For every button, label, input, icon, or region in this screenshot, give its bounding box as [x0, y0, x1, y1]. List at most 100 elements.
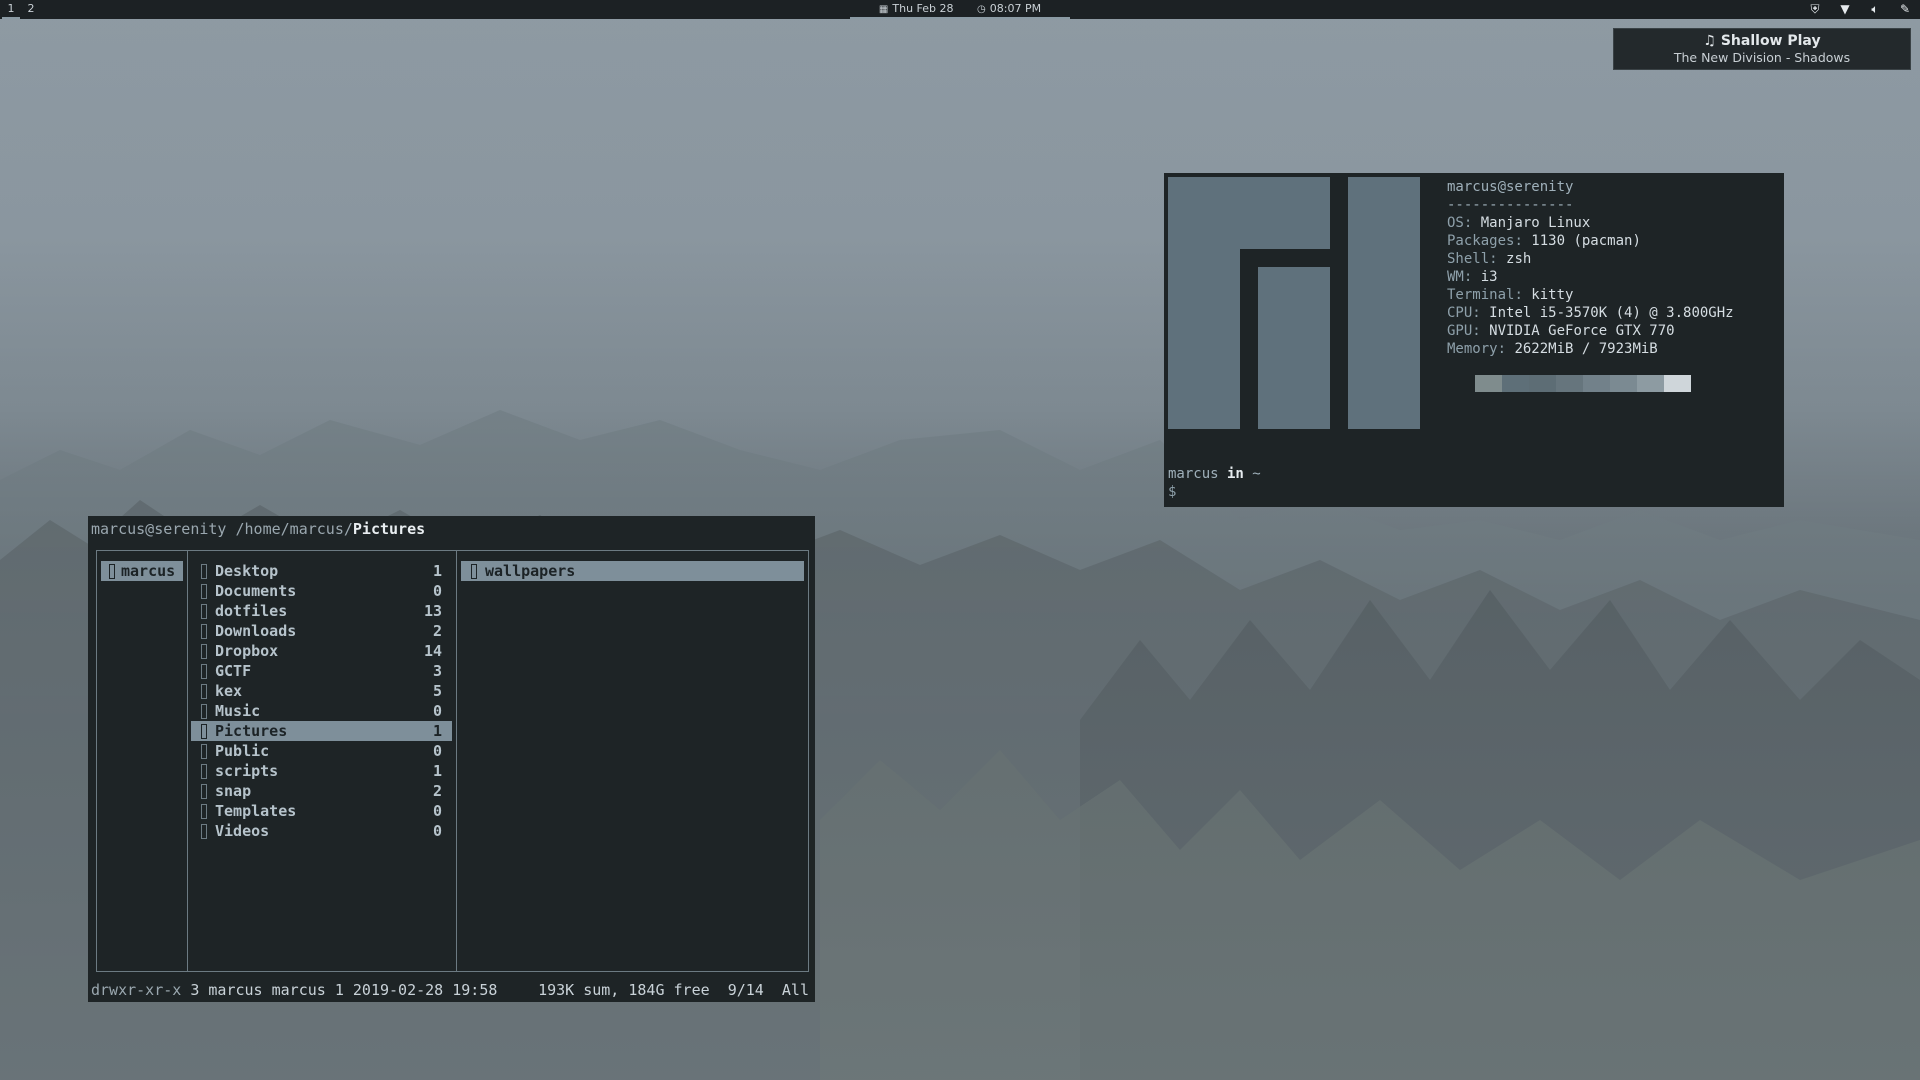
directory-item-name: Public [215, 742, 270, 760]
folder-icon [201, 604, 207, 619]
directory-item-count: 1 [432, 722, 442, 740]
path-prefix: marcus@serenity /home/marcus/ [91, 520, 353, 538]
ranger-status-line: drwxr-xr-x 3 marcus marcus 1 2019-02-28 … [91, 980, 811, 1000]
color-palette [1475, 375, 1691, 392]
directory-item-count: 5 [432, 682, 442, 700]
neofetch-info: marcus@serenity --------------- OS: Manj… [1447, 179, 1734, 357]
date-module[interactable]: ▦ Thu Feb 28 [879, 0, 954, 18]
directory-item-name: Templates [215, 802, 297, 820]
top-bar: 1 2 ▦ Thu Feb 28 ◷ 08:07 PM ⛨ ▼ 🔈︎ ✎ [0, 0, 1920, 19]
preview-column: wallpapers [457, 551, 808, 971]
palette-swatch [1556, 375, 1583, 392]
folder-icon [201, 564, 207, 579]
folder-icon [201, 624, 207, 639]
palette-swatch [1529, 375, 1556, 392]
directory-item[interactable]: Pictures 1 [191, 721, 452, 741]
info-value-packages: 1130 (pacman) [1531, 233, 1641, 249]
notification-subtitle: The New Division - Shadows [1673, 50, 1851, 65]
datetime-module: ▦ Thu Feb 28 ◷ 08:07 PM [850, 0, 1070, 19]
ranger-columns: marcus Desktop 1 Documents 0 dotfiles 13 Downl… [96, 550, 809, 972]
directory-item-name: Dropbox [215, 642, 279, 660]
directory-item-count: 1 [432, 762, 442, 780]
directory-item-count: 14 [423, 642, 442, 660]
directory-item[interactable]: GCTF 3 [191, 661, 452, 681]
folder-icon [109, 564, 115, 579]
neofetch-user: marcus@serenity [1447, 179, 1574, 195]
directory-item-count: 0 [432, 822, 442, 840]
directory-item-count: 3 [432, 662, 442, 680]
pen-icon[interactable]: ✎ [1890, 0, 1920, 19]
wifi-icon[interactable]: ▼ [1830, 0, 1860, 19]
palette-swatch [1475, 375, 1502, 392]
kitty-terminal-window[interactable]: marcus@serenity --------------- OS: Manj… [1164, 173, 1784, 507]
directory-item-name: Pictures [215, 722, 288, 740]
directory-item[interactable]: Templates 0 [191, 801, 452, 821]
directory-item[interactable]: kex 5 [191, 681, 452, 701]
directory-item-count: 2 [432, 622, 442, 640]
info-value-wm: i3 [1480, 269, 1498, 285]
time-text: 08:07 PM [989, 2, 1042, 15]
ranger-file-manager-window[interactable]: marcus@serenity /home/marcus/Pictures ma… [88, 516, 815, 1002]
status-meta: 3 marcus marcus 1 2019-02-28 19:58 [181, 981, 498, 999]
directory-item-name: Music [215, 702, 261, 720]
folder-icon [201, 644, 207, 659]
workspace-2-button[interactable]: 2 [22, 0, 40, 17]
info-value-cpu: Intel i5-3570K (4) @ 3.800GHz [1489, 305, 1734, 321]
info-key-packages: Packages [1447, 233, 1515, 249]
directory-item-name: Downloads [215, 622, 297, 640]
info-value-shell: zsh [1506, 251, 1532, 267]
folder-icon [201, 804, 207, 819]
folder-icon [201, 684, 207, 699]
parent-column: marcus [97, 551, 188, 971]
folder-icon [201, 704, 207, 719]
info-key-terminal: Terminal [1447, 287, 1515, 303]
manjaro-logo [1168, 177, 1420, 429]
path-current: Pictures [352, 520, 426, 538]
volume-icon[interactable]: 🔈︎ [1860, 0, 1890, 19]
directory-item[interactable]: dotfiles 13 [191, 601, 452, 621]
directory-item-count: 1 [432, 562, 442, 580]
status-summary: 193K sum, 184G free 9/14 All [538, 981, 809, 999]
directory-item[interactable]: Desktop 1 [191, 561, 452, 581]
directory-item[interactable]: scripts 1 [191, 761, 452, 781]
system-tray: ⛨ ▼ 🔈︎ ✎ [1800, 0, 1920, 19]
shell-prompt[interactable]: marcus in ~ $ [1168, 465, 1261, 501]
info-key-os: OS [1447, 215, 1464, 231]
parent-dir-item[interactable]: marcus [101, 561, 183, 581]
parent-dir-name: marcus [121, 562, 176, 580]
folder-icon [201, 724, 207, 739]
info-value-os: Manjaro Linux [1480, 215, 1591, 231]
directory-item[interactable]: Public 0 [191, 741, 452, 761]
folder-icon [201, 664, 207, 679]
info-key-memory: Memory [1447, 341, 1498, 357]
directory-item[interactable]: Dropbox 14 [191, 641, 452, 661]
preview-item-name: wallpapers [485, 562, 576, 580]
status-permissions: drwxr-xr-x [91, 981, 182, 999]
directory-item[interactable]: Music 0 [191, 701, 452, 721]
directory-item[interactable]: Documents 0 [191, 581, 452, 601]
directory-item-count: 0 [432, 582, 442, 600]
palette-swatch [1664, 375, 1691, 392]
directory-item[interactable]: snap 2 [191, 781, 452, 801]
info-key-wm: WM [1447, 269, 1464, 285]
palette-swatch [1637, 375, 1664, 392]
info-value-terminal: kitty [1531, 287, 1574, 303]
info-value-memory: 2622MiB / 7923MiB [1514, 341, 1658, 357]
directory-item-name: dotfiles [215, 602, 288, 620]
palette-swatch [1583, 375, 1610, 392]
prompt-in: in [1218, 466, 1253, 482]
time-module[interactable]: ◷ 08:07 PM [977, 0, 1041, 18]
directory-item-name: snap [215, 782, 252, 800]
current-column: Desktop 1 Documents 0 dotfiles 13 Downloads 2 Dr… [188, 551, 457, 971]
now-playing-notification[interactable]: ♫ Shallow Play The New Division - Shadow… [1613, 28, 1911, 70]
preview-item[interactable]: wallpapers [461, 561, 804, 581]
directory-item[interactable]: Videos 0 [191, 821, 452, 841]
workspace-1-button[interactable]: 1 [2, 0, 20, 19]
calendar-icon: ▦ [878, 4, 889, 15]
directory-item[interactable]: Downloads 2 [191, 621, 452, 641]
palette-swatch [1502, 375, 1529, 392]
folder-icon [201, 784, 207, 799]
directory-item-count: 0 [432, 702, 442, 720]
shield-icon[interactable]: ⛨ [1800, 0, 1830, 19]
info-key-cpu: CPU [1447, 305, 1473, 321]
